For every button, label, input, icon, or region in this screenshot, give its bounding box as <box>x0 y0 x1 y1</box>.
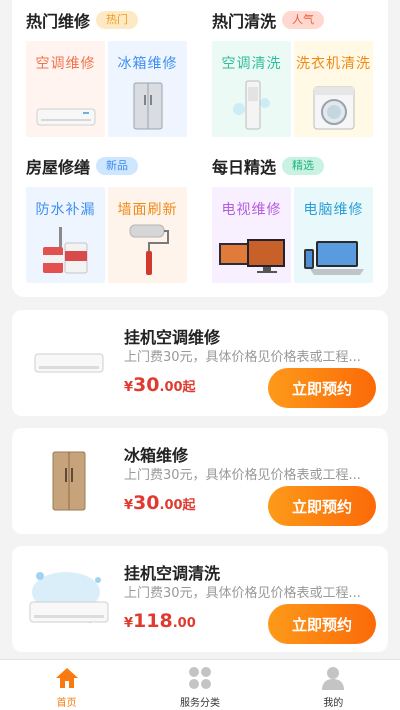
home-icon <box>54 665 80 691</box>
tile-label: 空调维修 <box>35 56 96 72</box>
tab-label: 服务分类 <box>179 698 220 709</box>
book-now-button[interactable]: 立即预约 <box>268 604 376 644</box>
tab-service-categories[interactable]: 服务分类 <box>133 660 266 710</box>
category-hot-repair: 热门维修 热门 空调维修 冰箱维修 <box>26 9 196 137</box>
tile-fridge-repair[interactable]: 冰箱维修 <box>108 41 187 137</box>
person-icon <box>320 665 346 691</box>
service-name: 挂机空调维修 <box>124 328 221 347</box>
paint-buckets-icon <box>26 225 105 277</box>
service-card[interactable]: 挂机空调维修 上门费30元，具体价格见价格表或工程... ¥30.00起 立即预… <box>12 310 388 416</box>
tile-label: 冰箱维修 <box>117 56 178 72</box>
category-title: 热门维修 <box>26 12 91 31</box>
tile-label: 空调清洗 <box>221 56 282 72</box>
service-card[interactable]: 冰箱维修 上门费30元，具体价格见价格表或工程... ¥30.00起 立即预约 <box>12 428 388 534</box>
category-title: 房屋修缮 <box>26 158 91 177</box>
tile-tv-repair[interactable]: 电视维修 <box>212 187 291 283</box>
category-title: 每日精选 <box>212 158 277 177</box>
fridge-icon <box>108 79 187 131</box>
category-title: 热门清洗 <box>212 12 277 31</box>
tile-label: 电视维修 <box>221 202 282 218</box>
service-description: 上门费30元，具体价格见价格表或工程... <box>124 350 361 365</box>
washing-machine-icon <box>294 79 373 131</box>
wall-ac-splash-icon <box>26 564 112 634</box>
service-price: ¥118.00 <box>124 610 196 632</box>
service-name: 挂机空调清洗 <box>124 564 221 583</box>
tile-washer-cleaning[interactable]: 洗衣机清洗 <box>294 41 373 137</box>
tile-waterproofing[interactable]: 防水补漏 <box>26 187 105 283</box>
category-daily-picks: 每日精选 精选 电视维修 电脑维修 <box>212 155 382 283</box>
tile-ac-cleaning[interactable]: 空调清洗 <box>212 41 291 137</box>
tv-icon <box>212 225 291 277</box>
book-now-button[interactable]: 立即预约 <box>268 486 376 526</box>
standing-ac-icon <box>212 79 291 131</box>
service-name: 冰箱维修 <box>124 446 189 465</box>
tile-label: 洗衣机清洗 <box>296 56 371 72</box>
ac-unit-icon <box>26 79 105 131</box>
tab-label: 首页 <box>56 698 77 709</box>
tile-wall-refresh[interactable]: 墙面刷新 <box>108 187 187 283</box>
category-tag: 新品 <box>96 157 139 175</box>
wall-ac-icon <box>26 328 112 398</box>
service-price: ¥30.00起 <box>124 374 196 396</box>
paint-roller-icon <box>108 224 187 277</box>
category-tag: 热门 <box>96 11 139 29</box>
bottom-tab-bar: 首页 服务分类 我的 <box>0 659 400 710</box>
category-tag: 人气 <box>282 11 325 29</box>
tab-home[interactable]: 首页 <box>0 660 133 710</box>
category-tag: 精选 <box>282 157 325 175</box>
tab-mine[interactable]: 我的 <box>267 660 400 710</box>
tile-ac-repair[interactable]: 空调维修 <box>26 41 105 137</box>
service-price: ¥30.00起 <box>124 492 196 514</box>
category-card: 热门维修 热门 空调维修 冰箱维修 热门清洗 人气 空调清洗 洗衣机清洗 房屋修… <box>12 0 388 297</box>
book-now-button[interactable]: 立即预约 <box>268 368 376 408</box>
grid-icon <box>187 665 213 691</box>
laptop-icon <box>294 225 373 277</box>
category-house-repair: 房屋修缮 新品 防水补漏 墙面刷新 <box>26 155 196 283</box>
service-description: 上门费30元，具体价格见价格表或工程... <box>124 468 361 483</box>
category-hot-cleaning: 热门清洗 人气 空调清洗 洗衣机清洗 <box>212 9 382 137</box>
service-description: 上门费30元，具体价格见价格表或工程... <box>124 586 361 601</box>
fridge-icon <box>26 446 112 516</box>
service-card[interactable]: 挂机空调清洗 上门费30元，具体价格见价格表或工程... ¥118.00 立即预… <box>12 546 388 652</box>
tile-label: 电脑维修 <box>303 202 364 218</box>
tile-label: 墙面刷新 <box>117 202 178 218</box>
tile-computer-repair[interactable]: 电脑维修 <box>294 187 373 283</box>
tab-label: 我的 <box>323 698 344 709</box>
tile-label: 防水补漏 <box>35 202 96 218</box>
